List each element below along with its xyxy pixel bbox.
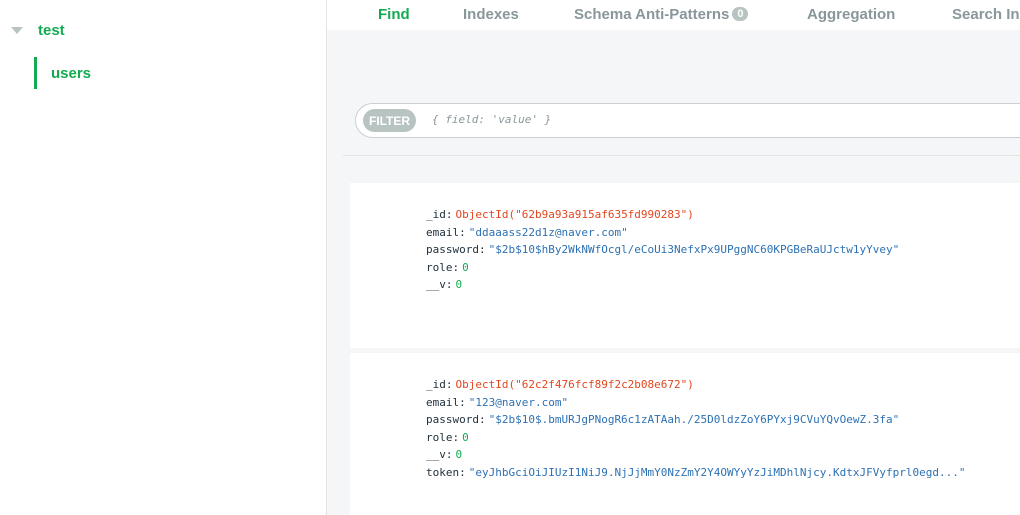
collection-item-users[interactable]: users [34, 57, 91, 89]
divider [343, 155, 1020, 156]
field-row[interactable]: token: "eyJhbGciOiJIUzI1NiJ9.NjJjMmY0NzZm… [426, 464, 965, 482]
tab-schema-anti-patterns[interactable]: Schema Anti-Patterns 0 [574, 6, 749, 23]
document-card[interactable]: _id: ObjectId("62b9a93a915af635fd990283")… [350, 183, 1020, 348]
field-value: "ddaaass22d1z@naver.com" [468, 225, 628, 239]
tab-search-indexes[interactable]: Search Ind [952, 6, 1020, 23]
field-value: ObjectId("62c2f476fcf89f2c2b08e672") [455, 378, 694, 392]
field-colon: : [459, 225, 466, 239]
field-colon: : [452, 430, 460, 444]
field-value: "$2b$10$hBy2WkNWfOcgl/eCoUi3NefxPx9UPggN… [488, 243, 900, 257]
field-row[interactable]: __v:0 [426, 446, 965, 464]
tab-schema-label: Schema Anti-Patterns [574, 6, 730, 23]
field-key: __v [426, 448, 446, 462]
field-colon: : [445, 378, 453, 392]
filter-input[interactable]: { field: 'value' } [432, 113, 551, 126]
database-item[interactable]: test [11, 22, 65, 39]
field-key: email [426, 225, 460, 239]
tab-indexes[interactable]: Indexes [463, 6, 519, 23]
caret-down-icon[interactable] [11, 27, 23, 34]
field-value: ObjectId("62b9a93a915af635fd990283") [455, 208, 694, 222]
field-key: password [426, 243, 479, 257]
field-key: __v [426, 278, 446, 292]
document-fields: _id: ObjectId("62c2f476fcf89f2c2b08e672")… [426, 376, 965, 481]
tab-bar: Find Indexes Schema Anti-Patterns 0 Aggre… [327, 0, 1020, 30]
field-row[interactable]: email: "123@naver.com" [426, 394, 965, 412]
field-value: "123@naver.com" [468, 395, 569, 409]
field-row[interactable]: email: "ddaaass22d1z@naver.com" [426, 224, 899, 242]
field-colon: : [478, 413, 486, 427]
database-name[interactable]: test [38, 22, 65, 39]
sidebar: test users [0, 0, 327, 515]
field-row[interactable]: __v:0 [426, 276, 899, 294]
field-colon: : [445, 208, 453, 222]
field-key: _id [426, 378, 446, 392]
field-value: "eyJhbGciOiJIUzI1NiJ9.NjJjMmY0NzZmY2Y4OW… [468, 465, 966, 479]
collection-name[interactable]: users [51, 65, 91, 82]
field-colon: : [445, 278, 453, 292]
document-card[interactable]: _id: ObjectId("62c2f476fcf89f2c2b08e672")… [350, 353, 1020, 515]
field-colon: : [478, 243, 486, 257]
filter-label-chip: FILTER [363, 109, 416, 132]
field-row[interactable]: password: "$2b$10$hBy2WkNWfOcgl/eCoUi3Nef… [426, 241, 899, 259]
collection-view: Find Indexes Schema Anti-Patterns 0 Aggre… [327, 0, 1020, 515]
field-key: token [426, 465, 460, 479]
field-value: 0 [455, 448, 463, 462]
field-colon: : [459, 395, 466, 409]
field-key: role [426, 430, 453, 444]
field-row[interactable]: password: "$2b$10$.bmURJgPNogR6c1zATAah./… [426, 411, 965, 429]
field-key: email [426, 395, 460, 409]
field-value: 0 [462, 430, 469, 444]
field-value: 0 [455, 278, 463, 292]
document-fields: _id: ObjectId("62b9a93a915af635fd990283")… [426, 206, 899, 294]
field-colon: : [445, 448, 453, 462]
tab-aggregation[interactable]: Aggregation [807, 6, 895, 23]
tab-find[interactable]: Find [378, 6, 410, 23]
filter-bar[interactable]: FILTER { field: 'value' } [355, 103, 1020, 138]
field-row[interactable]: role:0 [426, 429, 965, 447]
field-row[interactable]: _id: ObjectId("62c2f476fcf89f2c2b08e672") [426, 376, 965, 394]
field-row[interactable]: role:0 [426, 259, 899, 277]
field-colon: : [452, 260, 460, 274]
field-value: 0 [462, 260, 469, 274]
field-colon: : [459, 465, 466, 479]
schema-count-badge: 0 [732, 7, 749, 21]
field-key: password [426, 413, 479, 427]
field-row[interactable]: _id: ObjectId("62b9a93a915af635fd990283") [426, 206, 899, 224]
field-key: _id [426, 208, 446, 222]
field-key: role [426, 260, 453, 274]
field-value: "$2b$10$.bmURJgPNogR6c1zATAah./25D0ldzZo… [488, 413, 900, 427]
